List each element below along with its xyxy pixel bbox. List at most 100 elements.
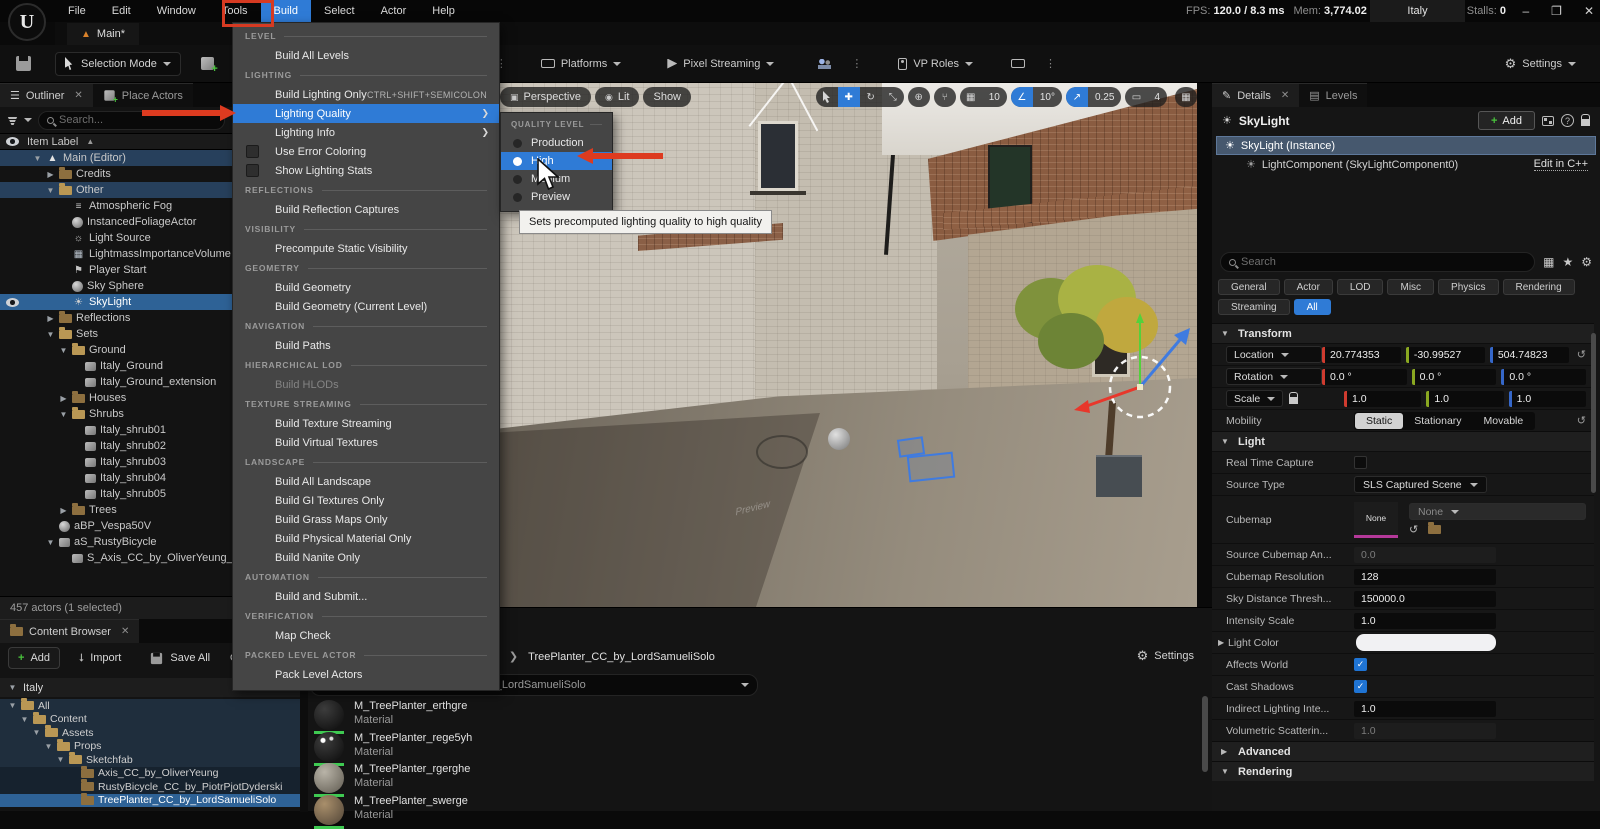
mobility-option-stationary[interactable]: Stationary (1403, 413, 1472, 429)
show-dropdown[interactable]: Show (643, 87, 691, 107)
scale-tool[interactable]: ⤡ (882, 87, 904, 107)
expander-open-icon[interactable]: ▼ (20, 715, 29, 724)
local-axes-button[interactable]: ⑂ (934, 87, 956, 107)
cb-folder-sketchfab[interactable]: ▼Sketchfab (0, 753, 300, 767)
y-value-input[interactable]: -30.99527 (1406, 347, 1485, 363)
x-value-input[interactable]: 0.0 ° (1322, 369, 1407, 385)
camera-options-dots[interactable]: ⋮ (1035, 57, 1066, 70)
outliner-row-ground[interactable]: ▼Ground (0, 342, 232, 358)
cb-folder-rustybicycle-cc-by-piotrpjotdyderski[interactable]: RustyBicycle_CC_by_PiotrPjotDyderski (0, 780, 300, 794)
close-button[interactable]: ✕ (1584, 4, 1594, 18)
cb-folder-axis-cc-by-oliveryeung[interactable]: Axis_CC_by_OliverYeung (0, 767, 300, 781)
sort-arrow-icon[interactable]: ▲ (86, 137, 94, 146)
section-advanced[interactable]: ▶Advanced (1212, 741, 1594, 761)
asset-item-m-treeplanter-rege5yh[interactable]: M_TreePlanter_rege5yhMaterial (314, 732, 472, 766)
asset-item-m-treeplanter-rgerghe[interactable]: M_TreePlanter_rgergheMaterial (314, 763, 470, 797)
light-color-swatch[interactable] (1356, 634, 1496, 651)
input-cubemap-resolution[interactable]: 128 (1354, 569, 1496, 585)
close-icon[interactable]: ✕ (1281, 90, 1289, 101)
filter-icon[interactable] (7, 115, 18, 125)
menu-item-build-geometry[interactable]: Build Geometry (233, 278, 499, 297)
menu-item-pack-level-actors[interactable]: Pack Level Actors (233, 665, 499, 684)
import-button[interactable]: ⭣ Import (70, 647, 130, 669)
details-settings-gear-icon[interactable]: ⚙ (1581, 255, 1592, 269)
multi-user-button[interactable] (808, 59, 841, 69)
filter-chip-misc[interactable]: Misc (1387, 279, 1434, 295)
menu-item-build-grass-maps-only[interactable]: Build Grass Maps Only (233, 510, 499, 529)
section-transform[interactable]: ▼Transform (1212, 323, 1594, 343)
scale-snap-control[interactable]: ↗ 0.25 (1066, 87, 1121, 107)
axis-label-dropdown[interactable]: Rotation (1226, 368, 1322, 385)
details-search-input[interactable]: Search (1220, 252, 1535, 272)
menu-item-build-virtual-textures[interactable]: Build Virtual Textures (233, 433, 499, 452)
maximize-button[interactable]: ❐ (1551, 4, 1562, 18)
use-selected-icon[interactable]: ↺ (1409, 523, 1418, 536)
outliner-row-italy-shrub03[interactable]: Italy_shrub03 (0, 454, 232, 470)
filter-chip-actor[interactable]: Actor (1284, 279, 1333, 295)
outliner-row-italy-shrub01[interactable]: Italy_shrub01 (0, 422, 232, 438)
close-icon[interactable]: ✕ (74, 90, 82, 101)
checkbox-cast-shadows[interactable]: ✓ (1354, 680, 1367, 693)
expander-open-icon[interactable]: ▼ (46, 186, 55, 195)
menu-item-build-physical-material-only[interactable]: Build Physical Material Only (233, 529, 499, 548)
rotation-snap-control[interactable]: ∠ 10° (1011, 87, 1062, 107)
menubar-item-edit[interactable]: Edit (99, 0, 144, 22)
outliner-row-lightmassimportancevolume[interactable]: ▦LightmassImportanceVolume (0, 246, 232, 262)
move-tool[interactable]: ✚ (838, 87, 860, 107)
platforms-dropdown[interactable]: Platforms (531, 58, 631, 70)
menu-item-build-all-levels[interactable]: Build All Levels (233, 46, 499, 65)
help-icon[interactable]: ? (1561, 114, 1574, 127)
expander-open-icon[interactable]: ▼ (33, 154, 42, 163)
transform-gizmo[interactable] (1070, 313, 1197, 453)
menu-item-build-gi-textures-only[interactable]: Build GI Textures Only (233, 491, 499, 510)
camera-speed-control[interactable]: ▭ 4 (1125, 87, 1167, 107)
filter-chip-all[interactable]: All (1294, 299, 1331, 315)
section-light[interactable]: ▼Light (1212, 431, 1594, 451)
light-component-row[interactable]: ☀ LightComponent (SkyLightComponent0) Ed… (1216, 156, 1596, 173)
outliner-row-italy-shrub05[interactable]: Italy_shrub05 (0, 486, 232, 502)
virtual-camera-button[interactable] (1001, 59, 1035, 68)
menu-item-precompute-static-visibility[interactable]: Precompute Static Visibility (233, 239, 499, 258)
menubar-item-window[interactable]: Window (144, 0, 209, 22)
menu-item-show-lighting-stats[interactable]: Show Lighting Stats (233, 161, 499, 180)
checkbox-affects-world[interactable]: ✓ (1354, 658, 1367, 671)
outliner-row-reflections[interactable]: ▶Reflections (0, 310, 232, 326)
dropdown-source-type[interactable]: SLS Captured Scene (1354, 476, 1487, 493)
outliner-row-player-start[interactable]: ⚑Player Start (0, 262, 232, 278)
input-sky-distance-thresh[interactable]: 150000.0 (1354, 591, 1496, 607)
add-component-button[interactable]: + Add (1478, 111, 1535, 130)
filter-chip-rendering[interactable]: Rendering (1503, 279, 1575, 295)
menu-item-lighting-info[interactable]: Lighting Info❯ (233, 123, 499, 142)
visibility-column-eye-icon[interactable] (6, 137, 19, 146)
multi-user-options-dots[interactable]: ⋮ (841, 57, 872, 70)
outliner-row-other[interactable]: ▼Other (0, 182, 232, 198)
checkbox-icon[interactable] (246, 164, 259, 177)
camera-speed-value[interactable]: 4 (1147, 92, 1167, 103)
level-tab-main[interactable]: ▲ Main* (67, 23, 139, 45)
checkbox-icon[interactable] (246, 145, 259, 158)
outliner-row-main-editor[interactable]: ▼▲Main (Editor) (0, 150, 232, 166)
expander-open-icon[interactable]: ▼ (56, 755, 65, 764)
cb-folder-all[interactable]: ▼All (0, 699, 300, 713)
settings-dropdown[interactable]: ⚙ Settings (1495, 56, 1586, 72)
scale-snap-value[interactable]: 0.25 (1088, 92, 1121, 103)
filter-chip-physics[interactable]: Physics (1438, 279, 1498, 295)
breadcrumb-current[interactable]: TreePlanter_CC_by_LordSamueliSolo (528, 651, 715, 663)
outliner-row-trees[interactable]: ▶Trees (0, 502, 232, 518)
expander-open-icon[interactable]: ▼ (59, 410, 68, 419)
world-coordinate-button[interactable]: ⊕ (908, 87, 930, 107)
unlock-icon[interactable] (1581, 119, 1590, 126)
expander-open-icon[interactable]: ▼ (44, 742, 53, 751)
outliner-row-as-rustybicycle[interactable]: ▼aS_RustyBicycle (0, 534, 232, 550)
display-options-icon[interactable]: ▦ (1543, 255, 1554, 269)
menu-item-build-texture-streaming[interactable]: Build Texture Streaming (233, 414, 499, 433)
grid-snap-value[interactable]: 10 (982, 92, 1007, 103)
chevron-down-icon[interactable] (24, 118, 32, 126)
menu-item-build-hlods[interactable]: Build HLODs (233, 375, 499, 394)
tab-levels[interactable]: ▤ Levels (1299, 83, 1367, 107)
drawer-settings-button[interactable]: ⚙ Settings (1137, 648, 1194, 664)
outliner-row-italy-shrub02[interactable]: Italy_shrub02 (0, 438, 232, 454)
expander-open-icon[interactable]: ▼ (46, 538, 55, 547)
viewport-layout-button[interactable]: ▦ (1175, 87, 1197, 107)
filter-chip-lod[interactable]: LOD (1337, 279, 1384, 295)
